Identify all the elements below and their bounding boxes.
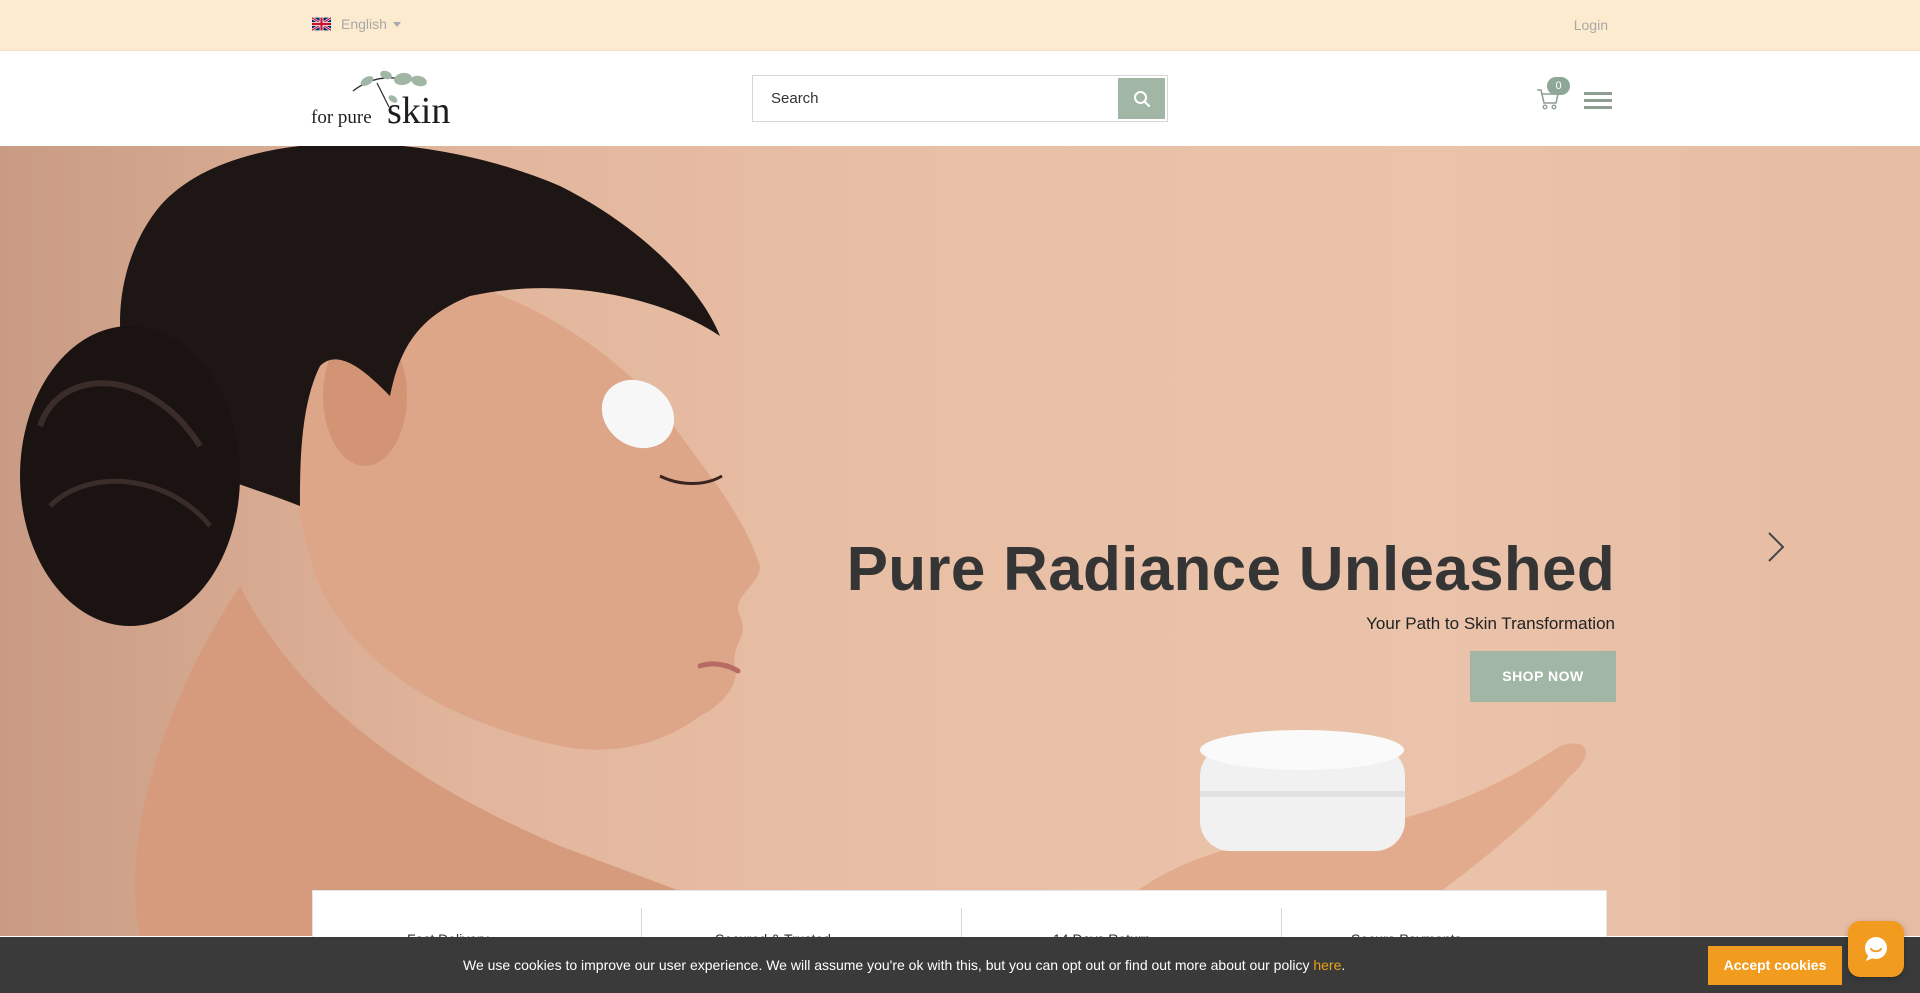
language-selector[interactable]: English <box>312 16 401 32</box>
search-input[interactable] <box>753 76 1119 121</box>
chat-icon <box>1865 937 1887 961</box>
cookie-banner: We use cookies to improve our user exper… <box>0 937 1920 993</box>
logo-text-large: skin <box>387 90 450 131</box>
cookie-message: We use cookies to improve our user exper… <box>463 957 1345 973</box>
shop-now-button[interactable]: SHOP NOW <box>1470 651 1616 702</box>
cookie-text: We use cookies to improve our user exper… <box>463 957 1314 973</box>
search-button[interactable] <box>1118 78 1165 119</box>
login-link[interactable]: Login <box>1574 17 1608 33</box>
language-label: English <box>341 16 387 32</box>
header: for pure skin 0 <box>0 51 1920 146</box>
cookie-policy-link[interactable]: here <box>1313 957 1341 973</box>
search-icon <box>1133 90 1150 107</box>
cookie-text-end: . <box>1341 957 1346 973</box>
hamburger-menu-icon[interactable] <box>1584 92 1612 110</box>
logo[interactable]: for pure skin <box>311 69 467 131</box>
cart-count-badge: 0 <box>1547 77 1570 95</box>
chevron-down-icon <box>392 21 401 27</box>
search-box <box>752 75 1168 122</box>
top-bar: English Login <box>0 0 1920 51</box>
chevron-right-icon[interactable] <box>1766 530 1786 564</box>
uk-flag-icon <box>312 17 331 31</box>
logo-text-small: for pure <box>311 107 372 128</box>
chat-button[interactable] <box>1848 921 1904 977</box>
hero-title: Pure Radiance Unleashed <box>846 535 1615 604</box>
hero-subtitle: Your Path to Skin Transformation <box>1366 614 1615 633</box>
hero-banner: Pure Radiance Unleashed Your Path to Ski… <box>0 146 1920 936</box>
accept-cookies-button[interactable]: Accept cookies <box>1708 946 1842 985</box>
